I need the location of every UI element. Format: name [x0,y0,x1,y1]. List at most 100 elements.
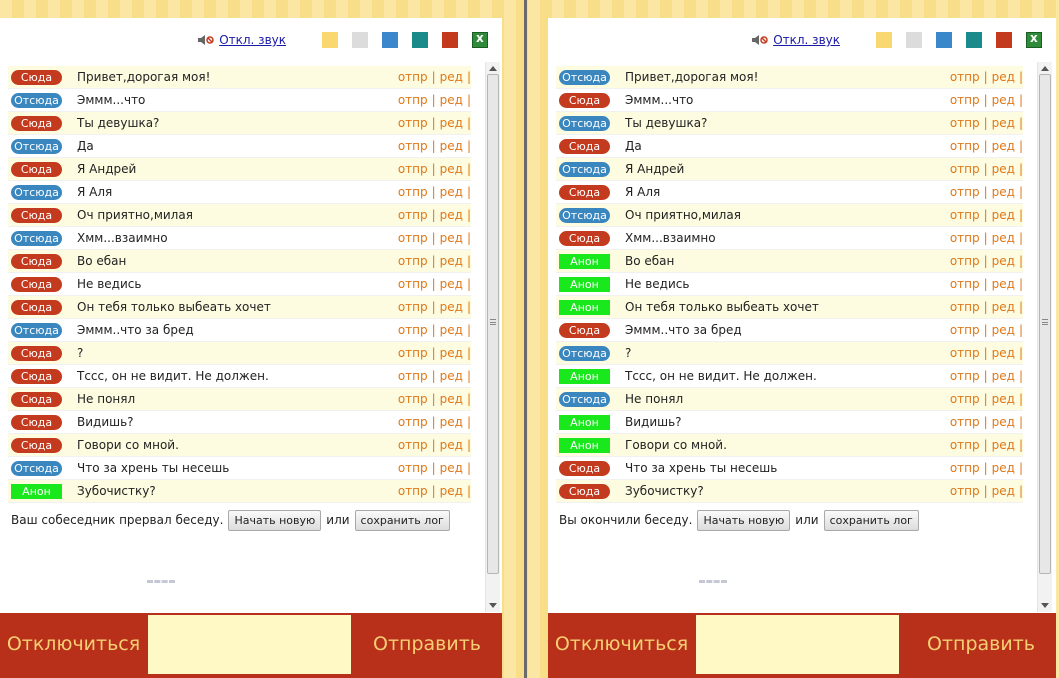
edit-link[interactable]: ред [992,70,1015,84]
theme-swatch-blue[interactable] [936,32,952,48]
edit-link[interactable]: ред [992,392,1015,406]
send-link[interactable]: отпр [398,231,428,245]
theme-swatch-gray[interactable] [352,32,368,48]
edit-link[interactable]: ред [440,369,463,383]
send-link[interactable]: отпр [398,392,428,406]
disconnect-button[interactable]: Отключиться [0,613,147,678]
theme-swatch-red[interactable] [442,32,458,48]
send-link[interactable]: отпр [950,438,980,452]
edit-link[interactable]: ред [440,415,463,429]
send-link[interactable]: отпр [950,461,980,475]
send-link[interactable]: отпр [398,185,428,199]
scrollbar[interactable] [485,62,500,612]
theme-swatch-teal[interactable] [966,32,982,48]
send-link[interactable]: отпр [398,300,428,314]
theme-swatch-yellow[interactable] [876,32,892,48]
mute-sound-link[interactable]: Откл. звук [751,33,840,47]
scroll-thumb[interactable] [487,74,499,574]
edit-link[interactable]: ред [440,323,463,337]
save-log-button[interactable]: сохранить лог [354,509,450,531]
send-link[interactable]: отпр [398,116,428,130]
edit-link[interactable]: ред [440,93,463,107]
theme-swatch-yellow[interactable] [322,32,338,48]
message-input[interactable] [148,615,351,674]
save-log-button[interactable]: сохранить лог [823,509,919,531]
edit-link[interactable]: ред [440,346,463,360]
edit-link[interactable]: ред [992,300,1015,314]
send-link[interactable]: отпр [950,162,980,176]
send-link[interactable]: отпр [398,254,428,268]
send-link[interactable]: отпр [398,415,428,429]
send-link[interactable]: отпр [950,484,980,498]
send-link[interactable]: отпр [950,277,980,291]
edit-link[interactable]: ред [440,484,463,498]
send-link[interactable]: отпр [950,254,980,268]
send-link[interactable]: отпр [950,369,980,383]
edit-link[interactable]: ред [440,139,463,153]
edit-link[interactable]: ред [440,300,463,314]
edit-link[interactable]: ред [992,415,1015,429]
edit-link[interactable]: ред [440,277,463,291]
send-link[interactable]: отпр [398,461,428,475]
edit-link[interactable]: ред [992,254,1015,268]
send-link[interactable]: отпр [950,346,980,360]
send-link[interactable]: отпр [950,323,980,337]
edit-link[interactable]: ред [992,346,1015,360]
edit-link[interactable]: ред [440,185,463,199]
send-link[interactable]: отпр [950,139,980,153]
send-link[interactable]: отпр [950,208,980,222]
edit-link[interactable]: ред [440,70,463,84]
send-button[interactable]: Отправить [352,613,502,678]
edit-link[interactable]: ред [992,208,1015,222]
edit-link[interactable]: ред [992,162,1015,176]
send-link[interactable]: отпр [398,93,428,107]
edit-link[interactable]: ред [440,208,463,222]
edit-link[interactable]: ред [440,392,463,406]
send-link[interactable]: отпр [950,70,980,84]
theme-swatch-blue[interactable] [382,32,398,48]
scroll-up-icon[interactable] [489,66,497,71]
scroll-thumb[interactable] [1039,74,1051,574]
disconnect-button[interactable]: Отключиться [548,613,695,678]
theme-swatch-red[interactable] [996,32,1012,48]
edit-link[interactable]: ред [992,461,1015,475]
send-link[interactable]: отпр [950,93,980,107]
edit-link[interactable]: ред [440,438,463,452]
send-link[interactable]: отпр [398,139,428,153]
new-chat-button[interactable]: Начать новую [228,509,322,531]
send-link[interactable]: отпр [950,116,980,130]
edit-link[interactable]: ред [440,461,463,475]
edit-link[interactable]: ред [992,369,1015,383]
excel-icon[interactable] [472,31,488,48]
send-link[interactable]: отпр [398,162,428,176]
edit-link[interactable]: ред [992,323,1015,337]
scrollbar[interactable] [1037,62,1052,612]
edit-link[interactable]: ред [992,116,1015,130]
scroll-down-icon[interactable] [1041,603,1049,608]
send-button[interactable]: Отправить [906,613,1056,678]
edit-link[interactable]: ред [992,93,1015,107]
edit-link[interactable]: ред [992,484,1015,498]
send-link[interactable]: отпр [398,438,428,452]
send-link[interactable]: отпр [950,392,980,406]
edit-link[interactable]: ред [992,185,1015,199]
send-link[interactable]: отпр [950,185,980,199]
edit-link[interactable]: ред [992,277,1015,291]
theme-swatch-teal[interactable] [412,32,428,48]
edit-link[interactable]: ред [440,231,463,245]
send-link[interactable]: отпр [398,208,428,222]
send-link[interactable]: отпр [398,277,428,291]
send-link[interactable]: отпр [950,231,980,245]
send-link[interactable]: отпр [950,415,980,429]
mute-sound-link[interactable]: Откл. звук [197,33,286,47]
message-input[interactable] [696,615,899,674]
send-link[interactable]: отпр [398,346,428,360]
send-link[interactable]: отпр [398,70,428,84]
send-link[interactable]: отпр [950,300,980,314]
send-link[interactable]: отпр [398,323,428,337]
edit-link[interactable]: ред [992,231,1015,245]
send-link[interactable]: отпр [398,369,428,383]
excel-icon[interactable] [1026,31,1042,48]
edit-link[interactable]: ред [440,116,463,130]
scroll-down-icon[interactable] [489,603,497,608]
